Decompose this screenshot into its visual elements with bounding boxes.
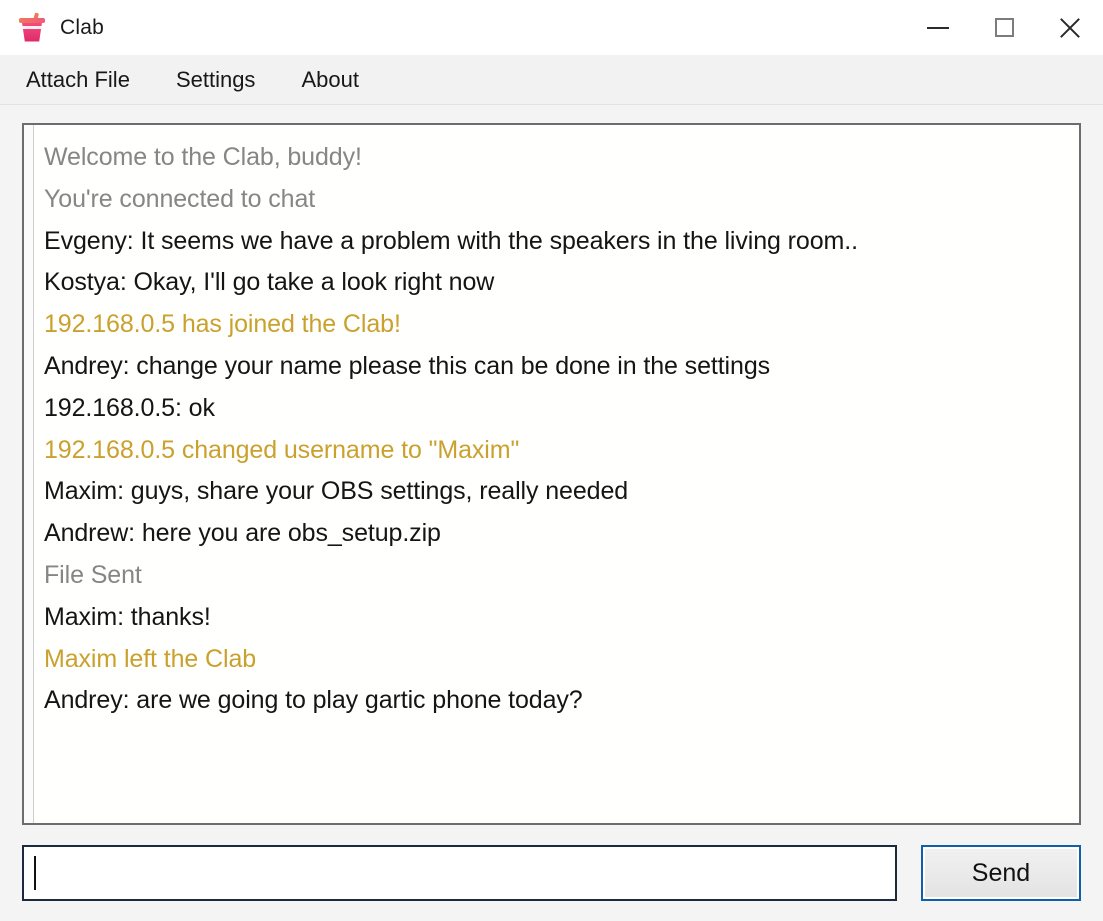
- chat-message: Andrey: are we going to play gartic phon…: [44, 686, 583, 715]
- chat-panel: Welcome to the Clab, buddy! You're connec…: [22, 123, 1081, 825]
- window-title: Clab: [60, 15, 104, 39]
- chat-message: Andrey: change your name please this can…: [44, 351, 771, 380]
- menu-item-about[interactable]: About: [301, 63, 381, 97]
- close-icon: [1057, 15, 1083, 41]
- window-controls: [905, 0, 1103, 55]
- send-button[interactable]: Send: [921, 845, 1081, 901]
- cup-lid: [19, 17, 45, 23]
- chat-message: Evgeny: It seems we have a problem with …: [44, 226, 858, 255]
- chat-message: 192.168.0.5 has joined the Clab!: [44, 310, 401, 339]
- chat-message: Welcome to the Clab, buddy!: [44, 143, 362, 171]
- menu-item-attach-file[interactable]: Attach File: [26, 63, 152, 97]
- chat-message: Maxim: thanks!: [44, 602, 211, 631]
- menu-bar: Attach File Settings About: [0, 55, 1103, 105]
- menu-item-settings[interactable]: Settings: [176, 63, 278, 97]
- minimize-icon: [927, 26, 949, 29]
- chat-message: Maxim: guys, share your OBS settings, re…: [44, 477, 629, 506]
- title-bar: Clab: [0, 0, 1103, 55]
- chat-message: Kostya: Okay, I'll go take a look right …: [44, 268, 495, 297]
- title-bar-left: Clab: [0, 12, 104, 43]
- chat-message: File Sent: [44, 560, 142, 589]
- minimize-button[interactable]: [905, 0, 971, 55]
- chat-message: Andrew: here you are obs_setup.zip: [44, 519, 441, 548]
- chat-message: You're connected to chat: [44, 184, 316, 213]
- close-button[interactable]: [1037, 0, 1103, 55]
- message-input-wrapper[interactable]: [22, 845, 897, 901]
- chat-message-list[interactable]: Welcome to the Clab, buddy! You're connec…: [34, 125, 1079, 823]
- chat-message: 192.168.0.5 changed username to "Maxim": [44, 435, 520, 464]
- message-input[interactable]: [36, 847, 885, 899]
- chat-gutter: [24, 125, 34, 823]
- drink-cup-icon: [18, 12, 46, 43]
- maximize-icon: [994, 18, 1014, 37]
- composer-bar: Send: [0, 825, 1103, 921]
- chat-message: 192.168.0.5: ok: [44, 393, 215, 422]
- chat-message: Maxim left the Clab: [44, 644, 257, 673]
- maximize-button[interactable]: [971, 0, 1037, 55]
- app-window: Clab Attach File Settings About Welcome …: [0, 0, 1103, 921]
- cup-band: [22, 25, 42, 29]
